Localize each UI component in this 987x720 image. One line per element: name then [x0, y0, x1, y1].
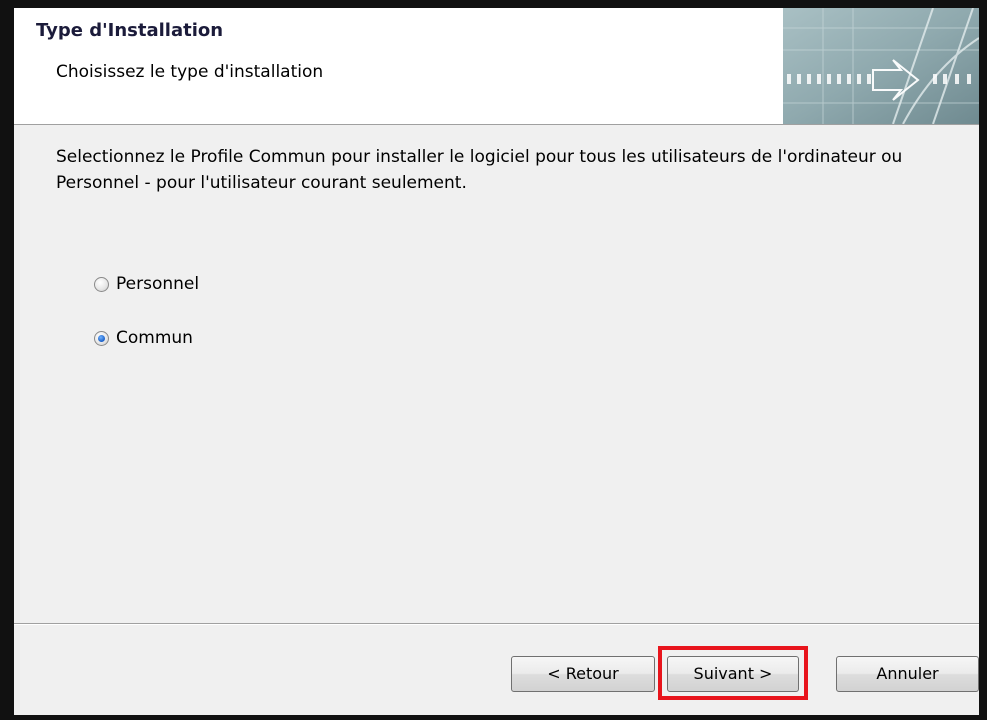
radio-option-commun[interactable]: Commun [94, 328, 193, 348]
page-subtitle: Choisissez le type d'installation [56, 62, 324, 82]
radio-button-personnel[interactable] [94, 276, 109, 292]
footer-divider [14, 623, 979, 625]
screen-frame: Type d'Installation Choisissez le type d… [0, 0, 987, 720]
radio-option-personnel[interactable]: Personnel [94, 274, 199, 294]
cancel-button[interactable]: Annuler [836, 656, 979, 692]
instruction-text: Selectionnez le Profile Commun pour inst… [56, 147, 903, 193]
page-title: Type d'Installation [36, 20, 224, 41]
dialog-header: Type d'Installation Choisissez le type d… [14, 8, 979, 125]
back-button[interactable]: < Retour [511, 656, 655, 692]
radio-label-personnel[interactable]: Personnel [116, 274, 199, 294]
radio-label-commun[interactable]: Commun [116, 328, 193, 348]
radio-button-commun[interactable] [94, 330, 109, 346]
next-button-highlight [658, 646, 808, 700]
installer-dialog: Type d'Installation Choisissez le type d… [14, 8, 979, 715]
arrow-banner-graphic [783, 8, 979, 124]
